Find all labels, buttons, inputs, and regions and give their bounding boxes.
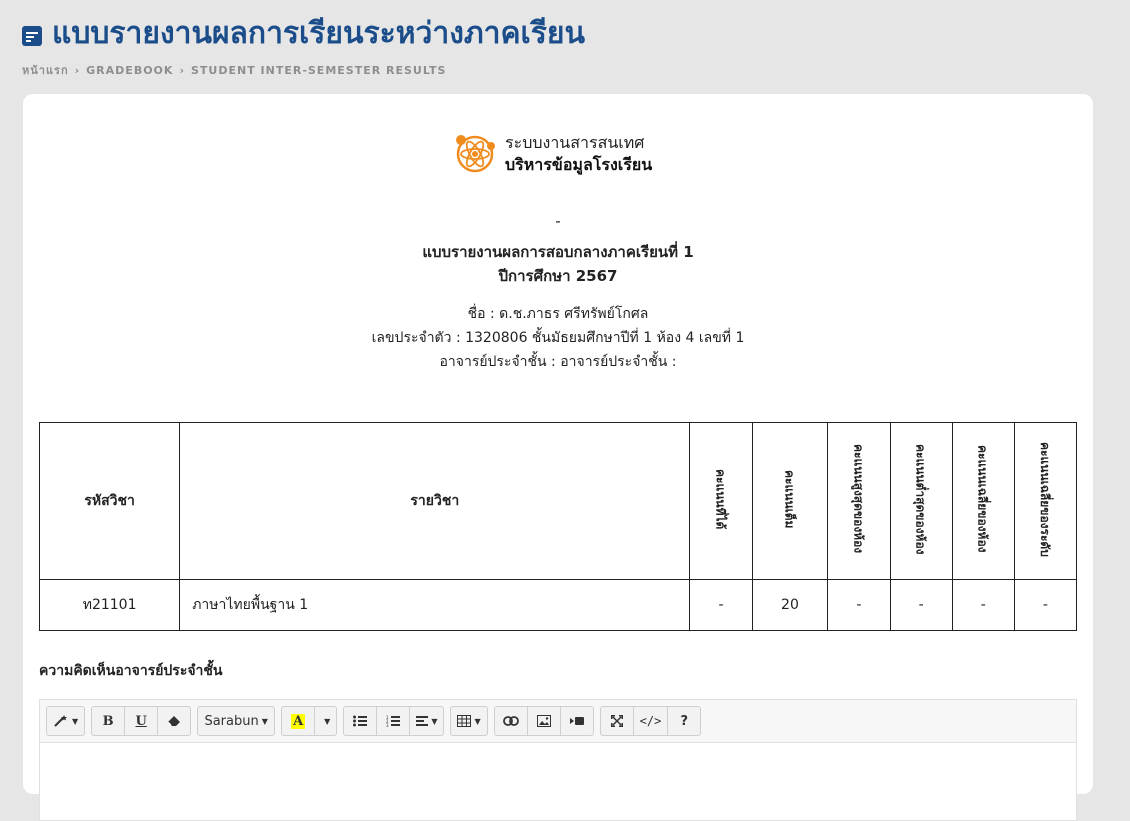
caret-down-icon: ▼ xyxy=(261,716,268,726)
breadcrumb: หน้าแรก › GRADEBOOK › STUDENT INTER-SEME… xyxy=(22,61,1130,79)
cell-code: ท21101 xyxy=(38,579,181,631)
page-header: แบบรายงานผลการเรียนระหว่างภาคเรียน หน้าแ… xyxy=(22,10,1130,79)
caret-down-icon: ▼ xyxy=(474,716,481,726)
cell-score: - xyxy=(689,579,753,631)
fullscreen-button[interactable] xyxy=(599,706,634,736)
comment-editor: ▼ B U Sarabun ▼ A ▼ 1 2 3 ▼ ▼ </> ? xyxy=(39,699,1077,821)
header-class-min: คะแนนต่ำสุดของห้อง xyxy=(889,422,953,580)
magic-wand-icon xyxy=(54,715,67,727)
video-icon xyxy=(569,717,584,725)
code-icon: </> xyxy=(639,714,662,728)
table-button[interactable]: ▼ xyxy=(450,706,488,736)
homeroom-teachers: อาจารย์ประจำชั้น : อาจารย์ประจำชั้น : xyxy=(439,354,677,370)
logo-line-2: บริหารข้อมูลโรงเรียน xyxy=(505,155,653,174)
header-class-avg: คะแนนเฉลี่ยของห้อง xyxy=(951,422,1015,580)
eraser-icon xyxy=(167,716,181,726)
header-code: รหัสวิชา xyxy=(38,422,181,580)
align-left-icon xyxy=(416,716,429,726)
header-subject: รายวิชา xyxy=(179,422,691,580)
bullet-list-button[interactable] xyxy=(343,706,378,736)
bold-button[interactable]: B xyxy=(91,706,126,736)
school-logo: ระบบงานสารสนเทศ บริหารข้อมูลโรงเรียน xyxy=(453,132,652,176)
note-icon xyxy=(22,25,42,46)
page-title: แบบรายงานผลการเรียนระหว่างภาคเรียน xyxy=(52,16,585,51)
font-family-select[interactable]: Sarabun ▼ xyxy=(197,706,276,736)
cell-class-max: - xyxy=(827,579,891,631)
header-level-avg: คะแนนเฉลี่ยของระดับ xyxy=(1013,422,1078,580)
numbered-list-button[interactable]: 123 xyxy=(376,706,411,736)
cell-level-avg: - xyxy=(1013,579,1078,631)
chevron-right-icon: › xyxy=(179,63,185,77)
underline-button[interactable]: U xyxy=(124,706,159,736)
chevron-right-icon: › xyxy=(74,63,81,77)
caret-down-icon: ▼ xyxy=(431,716,438,726)
table-icon xyxy=(457,715,472,727)
bullet-list-icon xyxy=(353,715,368,727)
report-card: ระบบงานสารสนเทศ บริหารข้อมูลโรงเรียน - แ… xyxy=(23,94,1093,821)
grades-table: รหัสวิชา รายวิชา คะแนนที่ได้ คะแนนเต็ม ค… xyxy=(38,422,1078,631)
cell-class-avg: - xyxy=(951,579,1015,631)
image-icon xyxy=(536,715,551,727)
image-button[interactable] xyxy=(526,706,561,736)
magic-style-button[interactable]: ▼ xyxy=(46,706,86,736)
report-title: แบบรายงานผลการสอบกลางภาคเรียนที่ 1 xyxy=(422,243,694,261)
cell-full-score: 20 xyxy=(751,579,829,631)
numbered-list-icon: 123 xyxy=(386,715,401,727)
cell-subject: ภาษาไทยพื้นฐาน 1 xyxy=(179,579,691,631)
caret-down-icon: ▼ xyxy=(72,716,79,726)
breadcrumb-home[interactable]: หน้าแรก xyxy=(22,61,69,79)
help-button[interactable]: ? xyxy=(667,706,702,736)
caret-down-icon: ▼ xyxy=(324,716,331,726)
help-icon: ? xyxy=(680,713,689,729)
link-button[interactable] xyxy=(493,706,528,736)
breadcrumb-current: STUDENT INTER-SEMESTER RESULTS xyxy=(190,63,447,77)
comment-label: ความคิดเห็นอาจารย์ประจำชั้น xyxy=(39,663,223,679)
student-info-block: ชื่อ : ด.ช.ภาธร ศรีทรัพย์โกศล เลขประจำตั… xyxy=(23,302,1093,374)
font-family-label: Sarabun xyxy=(204,713,259,729)
editor-toolbar: ▼ B U Sarabun ▼ A ▼ 1 2 3 ▼ ▼ </> ? xyxy=(40,700,1076,743)
text-color-button[interactable]: A xyxy=(281,706,316,736)
atom-logo-icon xyxy=(456,135,495,173)
bold-icon: B xyxy=(102,713,114,729)
video-button[interactable] xyxy=(559,706,594,736)
report-title-block: แบบรายงานผลการสอบกลางภาคเรียนที่ 1 ปีการ… xyxy=(23,240,1093,288)
underline-icon: U xyxy=(135,713,147,729)
align-button[interactable]: ▼ xyxy=(409,706,445,736)
student-name: ชื่อ : ด.ช.ภาธร ศรีทรัพย์โกศล xyxy=(467,306,649,322)
text-color-dropdown[interactable]: ▼ xyxy=(314,706,338,736)
student-details: เลขประจำตัว : 1320806 ชั้นมัธยมศึกษาปีที… xyxy=(371,330,745,346)
link-icon xyxy=(502,716,519,726)
eraser-button[interactable] xyxy=(157,706,192,736)
breadcrumb-gradebook[interactable]: GRADEBOOK xyxy=(86,64,173,77)
text-color-icon: A xyxy=(291,713,306,729)
svg-text:3: 3 xyxy=(386,723,389,727)
cell-class-min: - xyxy=(889,579,953,631)
report-dash: - xyxy=(555,212,561,230)
header-class-max: คะแนนสูงสุดของห้อง xyxy=(827,422,891,580)
report-year: ปีการศึกษา 2567 xyxy=(498,267,618,285)
logo-line-1: ระบบงานสารสนเทศ xyxy=(505,133,645,152)
table-row: ท21101 ภาษาไทยพื้นฐาน 1 - 20 - - - - xyxy=(38,579,1078,631)
fullscreen-icon xyxy=(610,715,623,727)
header-full-score: คะแนนเต็ม xyxy=(751,422,829,580)
code-view-button[interactable]: </> xyxy=(632,706,669,736)
header-score: คะแนนที่ได้ xyxy=(689,422,753,580)
